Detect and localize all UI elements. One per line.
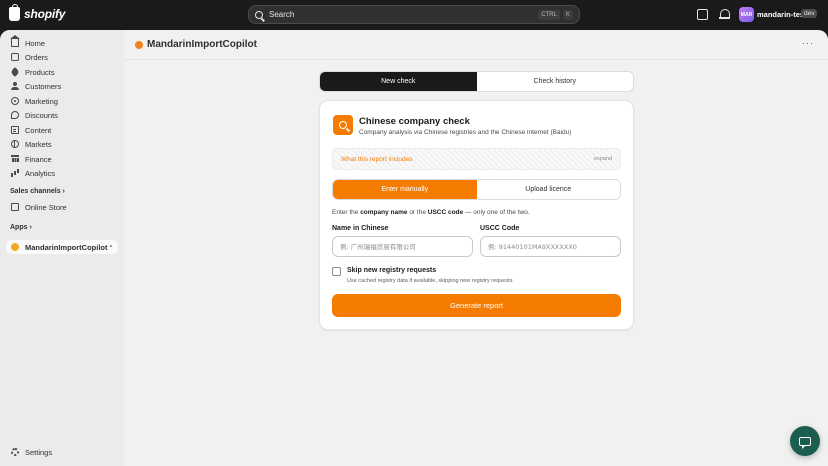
brand-wordmark: shopify	[24, 7, 66, 21]
sidebar-item-online-store[interactable]: Online Store	[6, 200, 118, 214]
sales-channels-label: Sales channels	[10, 188, 61, 195]
bell-icon[interactable]	[719, 9, 730, 20]
skip-registry-help: Use cached registry data if available, s…	[347, 278, 514, 284]
avatar[interactable]: MAR	[739, 7, 754, 22]
sidebar-item-label: Analytics	[25, 168, 56, 178]
enter-manually-button[interactable]: Enter manually	[333, 180, 477, 199]
hint-prefix: Enter the	[332, 209, 361, 216]
sidebar: Home Orders Products Customers Marketing…	[0, 30, 124, 466]
sidebar-item-label: Marketing	[25, 96, 58, 106]
sidebar-item-label: Markets	[25, 139, 52, 149]
store-name[interactable]: mandarin-test	[757, 10, 807, 19]
search-placeholder: Search	[269, 10, 295, 19]
app-icon	[135, 40, 143, 49]
sales-channels-heading[interactable]: Sales channels ›	[10, 188, 65, 195]
hint-mid: or the	[407, 209, 428, 216]
sidebar-item-mandarin-import-copilot[interactable]: MandarinImportCopilot •	[6, 240, 118, 254]
company-name-input[interactable]	[332, 236, 473, 257]
sidebar-item-orders[interactable]: Orders	[6, 50, 118, 64]
chevron-right-icon: ›	[62, 188, 65, 195]
globe-icon	[11, 140, 19, 148]
page-title: MandarinImportCopilot	[135, 39, 257, 50]
sidebar-item-label: Online Store	[25, 202, 67, 212]
sidebar-item-discounts[interactable]: Discounts	[6, 108, 118, 122]
tab-check-history[interactable]: Check history	[477, 72, 634, 91]
name-label: Name in Chinese	[332, 225, 389, 232]
company-check-card: Chinese company check Company analysis v…	[319, 100, 634, 330]
expand-toggle[interactable]: expand	[594, 156, 612, 162]
sidebar-item-label: Customers	[25, 81, 62, 91]
skip-registry-label: Skip new registry requests	[347, 267, 437, 274]
admin-frame: Home Orders Products Customers Marketing…	[0, 30, 828, 466]
magnifier-icon	[339, 121, 347, 129]
sidebar-item-label: Home	[25, 38, 46, 48]
input-mode-segment: Enter manually Upload licence	[332, 179, 621, 200]
sidebar-item-analytics[interactable]: Analytics	[6, 166, 118, 180]
top-bar: shopify Search CTRL K MAR mandarin-test …	[0, 0, 828, 30]
pin-icon[interactable]: •	[110, 244, 112, 250]
sidebar-item-content[interactable]: Content	[6, 123, 118, 137]
search-bar[interactable]: Search CTRL K	[248, 5, 580, 24]
apps-label: Apps	[10, 224, 28, 231]
shortcut-ctrl: CTRL	[538, 9, 560, 20]
report-info-label: What this report includes	[341, 156, 413, 163]
bar-chart-icon	[11, 169, 19, 177]
report-info-collapsible[interactable]: What this report includes expand	[332, 148, 621, 170]
sidebar-item-label: Content	[25, 125, 52, 135]
sidebar-item-markets[interactable]: Markets	[6, 137, 118, 151]
sidebar-item-label: Finance	[25, 154, 52, 164]
orders-icon	[11, 53, 19, 61]
tab-new-check[interactable]: New check	[320, 72, 477, 91]
card-title: Chinese company check	[359, 116, 470, 127]
sidebar-item-customers[interactable]: Customers	[6, 79, 118, 93]
search-icon	[255, 10, 263, 19]
hint-uscc: USCC code	[427, 209, 464, 216]
sidebar-item-label: Products	[25, 67, 55, 77]
bank-icon	[11, 155, 19, 163]
hint-suffix: — only one of the two.	[463, 209, 530, 216]
uscc-label: USCC Code	[480, 225, 520, 232]
online-store-icon	[11, 203, 19, 211]
shortcut-k: K	[562, 9, 573, 20]
person-icon	[11, 82, 19, 90]
app-icon	[11, 243, 19, 251]
chevron-right-icon: ›	[29, 224, 32, 231]
sidebar-item-finance[interactable]: Finance	[6, 152, 118, 166]
chat-icon	[799, 436, 811, 449]
tag-icon	[10, 67, 20, 77]
sidebar-item-label: Discounts	[25, 110, 58, 120]
input-hint: Enter the company name or the USCC code …	[332, 209, 530, 216]
content-icon	[11, 126, 19, 134]
shopify-bag-icon	[9, 4, 20, 21]
sidebar-item-label: Settings	[25, 447, 53, 457]
page-body: New check Check history Chinese company …	[124, 61, 828, 466]
dev-badge: dev	[801, 9, 818, 18]
gear-icon	[11, 448, 19, 456]
skip-registry-checkbox[interactable]	[332, 267, 341, 276]
upload-licence-button[interactable]: Upload licence	[476, 180, 620, 199]
sidebar-item-marketing[interactable]: Marketing	[6, 94, 118, 108]
sidebar-item-products[interactable]: Products	[6, 65, 118, 79]
sidebar-item-home[interactable]: Home	[6, 35, 118, 50]
sidebar-item-settings[interactable]: Settings	[6, 445, 118, 459]
target-icon	[11, 97, 19, 105]
card-subtitle: Company analysis via Chinese registries …	[359, 129, 572, 136]
discount-icon	[11, 111, 19, 119]
home-icon	[10, 35, 20, 47]
shopify-logo[interactable]: shopify	[9, 4, 66, 21]
uscc-code-input[interactable]	[480, 236, 621, 257]
page-header: MandarinImportCopilot ···	[124, 30, 828, 60]
hint-company: company name	[360, 209, 408, 216]
chat-button[interactable]	[790, 426, 820, 456]
company-check-icon	[333, 115, 353, 135]
sidebar-item-label: Orders	[25, 52, 48, 62]
apps-heading[interactable]: Apps ›	[10, 224, 32, 231]
store-icon[interactable]	[697, 9, 708, 20]
sidebar-item-label: MandarinImportCopilot	[25, 242, 108, 252]
mode-tabs: New check Check history	[319, 71, 634, 92]
more-actions-icon[interactable]: ···	[802, 38, 814, 48]
generate-report-button[interactable]: Generate report	[332, 294, 621, 317]
page-title-text: MandarinImportCopilot	[147, 39, 257, 50]
